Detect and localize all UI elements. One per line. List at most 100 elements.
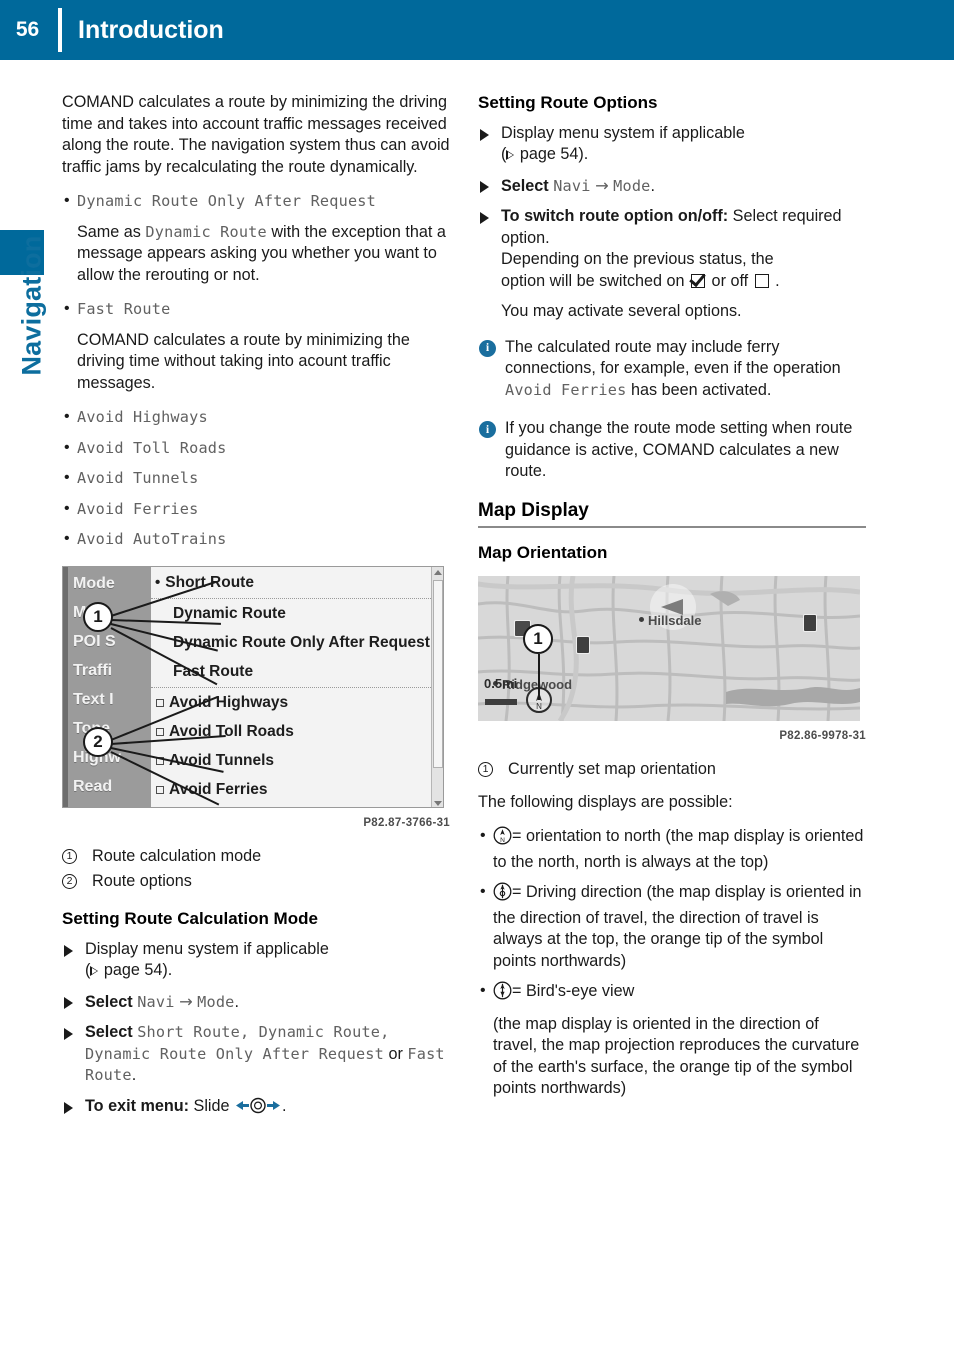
step-switch-route-option: To switch route option on/off: Select re… xyxy=(478,206,866,292)
menu-row-label: Avoid Tunnels xyxy=(169,752,275,770)
display-mode-text: = Bird's-eye view xyxy=(512,982,635,1000)
gas-station-icon xyxy=(803,613,817,632)
heading-setting-route-options: Setting Route Options xyxy=(478,93,658,112)
step-end: . xyxy=(282,1096,287,1115)
display-mode-heading: = Driving direction (the map display is … xyxy=(478,881,866,972)
slide-controller-icon xyxy=(234,1097,282,1121)
plain-option-label: Avoid Highways xyxy=(77,408,208,426)
menu-row-dynamic-route[interactable]: Dynamic Route xyxy=(151,600,433,629)
plain-option-avoid-autotrains: Avoid AutoTrains xyxy=(62,528,450,551)
menu-row-short-route[interactable]: • Short Route xyxy=(151,569,433,598)
step-text: Display menu system if applicable xyxy=(501,123,745,142)
option-dynamic-route-only-after-request: Dynamic Route Only After Request xyxy=(62,190,450,213)
step-end: . xyxy=(131,1066,137,1084)
scroll-up-arrow-icon[interactable] xyxy=(434,569,442,575)
menu-row-avoid-tunnels[interactable]: Avoid Tunnels xyxy=(151,747,433,776)
arrow-right-icon: → xyxy=(595,175,609,195)
map-image-ref: P82.86-9978-31 xyxy=(779,729,866,742)
birdseye-detail-text: (the map display is oriented in the dire… xyxy=(493,1014,860,1098)
callout-number-icon: 1 xyxy=(478,762,493,777)
path-navi: Navi xyxy=(553,176,591,195)
map-callout-key-1: 1 Currently set map orientation xyxy=(478,759,866,781)
step-label: Select xyxy=(501,176,554,195)
menu-row-avoid-ferries[interactable]: Avoid Ferries xyxy=(151,776,433,805)
plain-option-label: Avoid Tunnels xyxy=(77,469,199,487)
plain-option-label: Avoid AutoTrains xyxy=(77,530,227,548)
path-navi: Navi xyxy=(137,992,175,1011)
option-description-0: Same as Dynamic Route with the exception… xyxy=(62,222,450,287)
plain-option-avoid-tunnels: Avoid Tunnels xyxy=(62,467,450,490)
manual-page: 56 Introduction Navigation COMAND calcul… xyxy=(0,0,954,1354)
step-display-menu-system: Display menu system if applicable ( page… xyxy=(62,939,450,982)
left-column: COMAND calculates a route by minimizing … xyxy=(62,92,450,1129)
display-mode-birdseye: = Bird's-eye view xyxy=(478,980,866,1007)
intro-paragraph: COMAND calculates a route by minimizing … xyxy=(62,93,450,176)
svg-text:N: N xyxy=(500,837,505,844)
callout-leader-line xyxy=(538,653,540,700)
displays-intro-text: The following displays are possible: xyxy=(478,792,733,811)
scroll-down-arrow-icon[interactable] xyxy=(434,800,442,806)
step-text: Display menu system if applicable xyxy=(85,939,329,958)
section-heading-map-display: Map Display xyxy=(478,500,866,528)
step-select-navi-mode: Select Navi → Mode. xyxy=(62,991,450,1014)
step-bold-label: To exit menu: xyxy=(85,1096,190,1115)
note-mono: Avoid Ferries xyxy=(505,380,627,399)
note-after: has been activated. xyxy=(626,380,772,399)
comand-side-menu: Mode Map POI S Traffi Text I Tone Highw … xyxy=(63,566,151,807)
step-line3-before: option will be switched on xyxy=(501,271,690,290)
info-icon: i xyxy=(479,339,496,357)
path-mode: Mode xyxy=(197,992,235,1011)
option-term: Fast Route xyxy=(77,300,171,318)
checkbox-icon[interactable] xyxy=(156,699,164,707)
step-line3-after: . xyxy=(770,271,780,290)
plain-option-avoid-highways: Avoid Highways xyxy=(62,406,450,429)
comand-option-list: • Short Route Dynamic Route Dynamic Rout… xyxy=(151,566,433,807)
map-screenshot: Hillsdale Ridgewood 0.5mi N 1 xyxy=(478,575,860,721)
page-number: 56 xyxy=(15,18,40,41)
option-fast-route: Fast Route xyxy=(62,298,450,321)
path-mode: Mode xyxy=(613,176,651,195)
option-term: Dynamic Route Only After Request xyxy=(77,192,376,210)
menu-row-avoid-highways[interactable]: Avoid Highways xyxy=(151,689,433,718)
compass-heading-icon xyxy=(493,882,512,908)
display-mode-text: = orientation to north (the map display … xyxy=(493,827,864,871)
display-mode-north: N = orientation to north (the map displa… xyxy=(478,825,866,873)
page-ref-icon xyxy=(90,966,99,976)
step-line3-mid: or off xyxy=(707,271,753,290)
activate-several-options-text: You may activate several options. xyxy=(501,302,742,320)
gas-station-icon xyxy=(576,635,590,654)
plain-option-label: Avoid Toll Roads xyxy=(77,438,227,457)
callout-badge-2: 2 xyxy=(83,726,113,757)
comand-menu-screenshot: Mode Map POI S Traffi Text I Tone Highw … xyxy=(62,565,444,808)
heading-setting-route-calculation-mode: Setting Route Calculation Mode xyxy=(62,909,318,928)
desc-mono: Dynamic Route xyxy=(145,222,267,241)
page-header: 56 Introduction xyxy=(0,0,954,60)
step-select-route-modes: Select Short Route, Dynamic Route, Dynam… xyxy=(62,1022,450,1087)
arrow-right-icon: → xyxy=(179,991,193,1011)
step-label: Select xyxy=(85,1023,138,1041)
menu-row-avoid-toll-roads[interactable]: Avoid Toll Roads xyxy=(151,718,433,747)
plain-option-avoid-ferries: Avoid Ferries xyxy=(62,498,450,521)
checkbox-icon[interactable] xyxy=(156,786,164,794)
menu-separator-top xyxy=(151,597,433,599)
screenshot-image-ref: P82.87-3766-31 xyxy=(363,816,450,829)
map-label-hillsdale: Hillsdale xyxy=(648,612,702,628)
menu-row-label: Avoid Ferries xyxy=(169,781,268,799)
callout-text: Route calculation mode xyxy=(92,847,262,865)
step-tail: . xyxy=(650,176,656,195)
scrollbar-thumb[interactable] xyxy=(433,579,443,768)
callout-text: Currently set map orientation xyxy=(508,760,716,778)
step-line2: Depending on the previous status, the xyxy=(501,250,774,268)
chapter-tab-label: Navigation xyxy=(16,235,47,376)
side-menu-item-mode: Mode xyxy=(73,574,115,592)
plain-option-avoid-toll-roads: Avoid Toll Roads xyxy=(62,437,450,460)
map-scale-label: 0.5mi xyxy=(484,676,518,691)
side-menu-edge xyxy=(63,566,68,807)
menu-scrollbar[interactable] xyxy=(431,566,443,807)
checkbox-icon[interactable] xyxy=(156,728,164,736)
step-exit-menu: To exit menu: Slide . xyxy=(62,1096,450,1121)
step-tail: . xyxy=(234,992,240,1011)
side-menu-item-read: Read xyxy=(73,777,113,795)
menu-row-label: Dynamic Route Only After Request xyxy=(173,634,430,652)
right-column: Setting Route Options Display menu syste… xyxy=(478,92,866,1100)
